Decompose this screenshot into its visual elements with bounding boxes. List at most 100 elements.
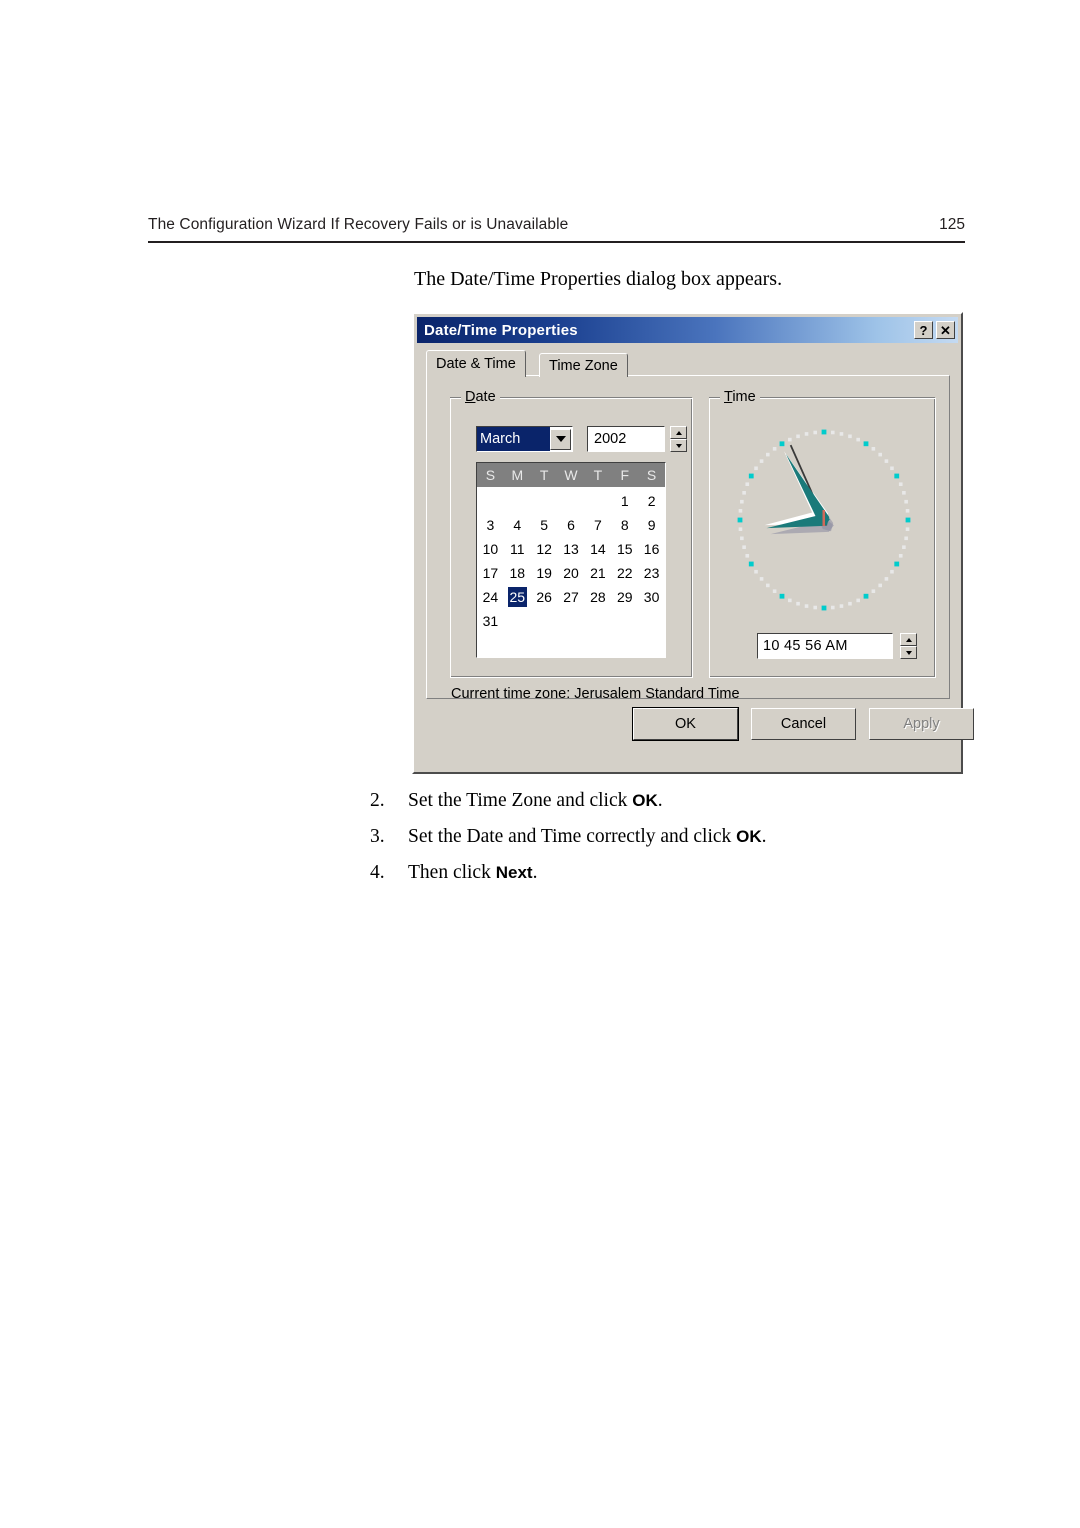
calendar-day-cell[interactable]: 18 — [504, 561, 531, 585]
calendar-day-cell[interactable]: 31 — [477, 609, 504, 633]
clock-center-pivot — [822, 510, 825, 526]
calendar-day-cell[interactable]: 5 — [531, 513, 558, 537]
tab-strip: Date & Time Time Zone — [426, 350, 948, 377]
calendar-day-cell[interactable]: 14 — [584, 537, 611, 561]
chevron-down-icon[interactable] — [550, 428, 571, 450]
step-text-post: . — [657, 790, 663, 811]
calendar-day-number: 11 — [510, 541, 525, 557]
calendar-day-number: 20 — [563, 565, 579, 581]
calendar-day-number: 8 — [620, 517, 629, 533]
clock-minute-marker — [754, 569, 758, 574]
clock-minute-marker — [871, 447, 876, 451]
ok-button[interactable]: OK — [632, 707, 739, 741]
calendar-day-cell[interactable]: 7 — [584, 513, 611, 537]
clock-minute-marker — [745, 482, 750, 487]
calendar-day-cell[interactable]: 22 — [611, 561, 638, 585]
clock-minute-marker — [871, 589, 876, 593]
clock-minute-marker — [740, 536, 744, 541]
calendar-day-number: 4 — [513, 517, 522, 533]
year-spinner-down[interactable] — [670, 439, 687, 452]
time-spinner[interactable] — [900, 633, 917, 659]
calendar-empty-cell — [504, 609, 531, 633]
clock-minute-marker — [902, 491, 906, 495]
calendar-week-row: 24 25 26 27 28 29 30 — [477, 585, 665, 609]
calendar-day-cell[interactable]: 20 — [558, 561, 585, 585]
clock-minute-marker — [759, 459, 764, 463]
apply-button: Apply — [869, 708, 974, 740]
clock-hour-marker — [863, 593, 869, 599]
year-spinner-up[interactable] — [670, 426, 687, 439]
clock-minute-marker — [796, 601, 800, 606]
clock-hour-marker — [821, 429, 827, 435]
calendar-day-cell[interactable]: 1 — [611, 489, 638, 513]
clock-minute-marker — [738, 509, 743, 513]
calendar-day-cell[interactable]: 10 — [477, 537, 504, 561]
calendar-empty-cell — [558, 609, 585, 633]
calendar-day-cell[interactable]: 26 — [531, 585, 558, 609]
step-text-post: . — [532, 862, 538, 883]
calendar-day-cell[interactable]: 9 — [638, 513, 665, 537]
calendar-day-number: 12 — [536, 541, 552, 557]
calendar-day-cell[interactable]: 24 — [477, 585, 504, 609]
clock-minute-marker — [890, 569, 894, 574]
step-text-pre: Set the Date and Time correctly and clic… — [408, 826, 737, 847]
calendar-week-row: 12 — [477, 489, 665, 513]
time-spinner-up[interactable] — [900, 633, 917, 646]
close-icon[interactable]: ✕ — [936, 321, 955, 339]
calendar-empty-cell — [477, 489, 504, 513]
clock-minute-marker — [759, 577, 764, 581]
calendar-day-cell[interactable]: 25 — [504, 585, 531, 609]
current-timezone-label: Current time zone: Jerusalem Standard Ti… — [451, 686, 740, 702]
calendar-day-cell[interactable]: 17 — [477, 561, 504, 585]
analog-clock[interactable] — [726, 420, 922, 620]
calendar-days: 1 2 3 4 5 6 7 8 9 10 11 12 13 14 15 16 17 18 19 20 21 22 23 24 2… — [477, 487, 665, 633]
calendar-day-cell[interactable]: 8 — [611, 513, 638, 537]
tab-time-zone[interactable]: Time Zone — [539, 353, 628, 377]
clock-hour-marker — [905, 517, 911, 523]
cancel-button[interactable]: Cancel — [751, 708, 856, 740]
calendar-day-cell[interactable]: 11 — [504, 537, 531, 561]
calendar-day-cell[interactable]: 2 — [638, 489, 665, 513]
calendar-day-cell[interactable]: 21 — [584, 561, 611, 585]
calendar-day-cell[interactable]: 3 — [477, 513, 504, 537]
clock-minute-marker — [848, 434, 852, 439]
calendar-week-row: 10 11 12 13 14 15 16 — [477, 537, 665, 561]
clock-minute-marker — [772, 589, 777, 593]
calendar-day-cell[interactable]: 27 — [558, 585, 585, 609]
clock-hour-marker — [737, 517, 743, 523]
calendar-day-cell[interactable]: 12 — [531, 537, 558, 561]
year-spinner[interactable] — [670, 426, 687, 452]
calendar-day-number: 30 — [643, 589, 660, 605]
clock-minute-marker — [830, 605, 835, 610]
list-item: 2. Set the Time Zone and click OK. — [370, 790, 930, 812]
calendar-empty-cell — [558, 489, 585, 513]
calendar-grid[interactable]: S M T W T F S 1 2 3 4 5 6 7 8 9 10 11 12 13 14 15 16 17 1… — [476, 462, 666, 658]
calendar-day-cell[interactable]: 30 — [638, 585, 665, 609]
calendar-day-cell[interactable]: 16 — [638, 537, 665, 561]
month-dropdown[interactable]: March — [476, 426, 573, 452]
calendar-day-cell[interactable]: 15 — [611, 537, 638, 561]
calendar-day-cell[interactable]: 4 — [504, 513, 531, 537]
weekday-label: F — [620, 467, 629, 483]
calendar-week-row: 31 — [477, 609, 665, 633]
calendar-day-cell[interactable]: 19 — [531, 561, 558, 585]
calendar-day-cell[interactable]: 28 — [584, 585, 611, 609]
calendar-day-cell[interactable]: 13 — [558, 537, 585, 561]
calendar-day-cell[interactable]: 29 — [611, 585, 638, 609]
calendar-day-number: 2 — [647, 493, 656, 509]
year-input[interactable]: 2002 — [587, 426, 665, 452]
tab-date-and-time[interactable]: Date & Time — [426, 350, 526, 377]
time-group-label: Time — [720, 389, 760, 405]
clock-minute-marker — [796, 434, 800, 439]
calendar-day-cell[interactable]: 6 — [558, 513, 585, 537]
clock-minute-marker — [788, 437, 792, 442]
calendar-day-cell[interactable]: 23 — [638, 561, 665, 585]
dialog-button-row: OK Cancel Apply — [414, 707, 974, 742]
clock-minute-marker — [738, 527, 743, 531]
clock-hour-marker — [821, 605, 827, 611]
help-icon[interactable]: ? — [914, 321, 933, 339]
calendar-empty-cell — [611, 609, 638, 633]
calendar-day-number: 24 — [482, 589, 499, 605]
time-input[interactable]: 10 45 56 AM — [757, 633, 893, 659]
time-spinner-down[interactable] — [900, 646, 917, 659]
